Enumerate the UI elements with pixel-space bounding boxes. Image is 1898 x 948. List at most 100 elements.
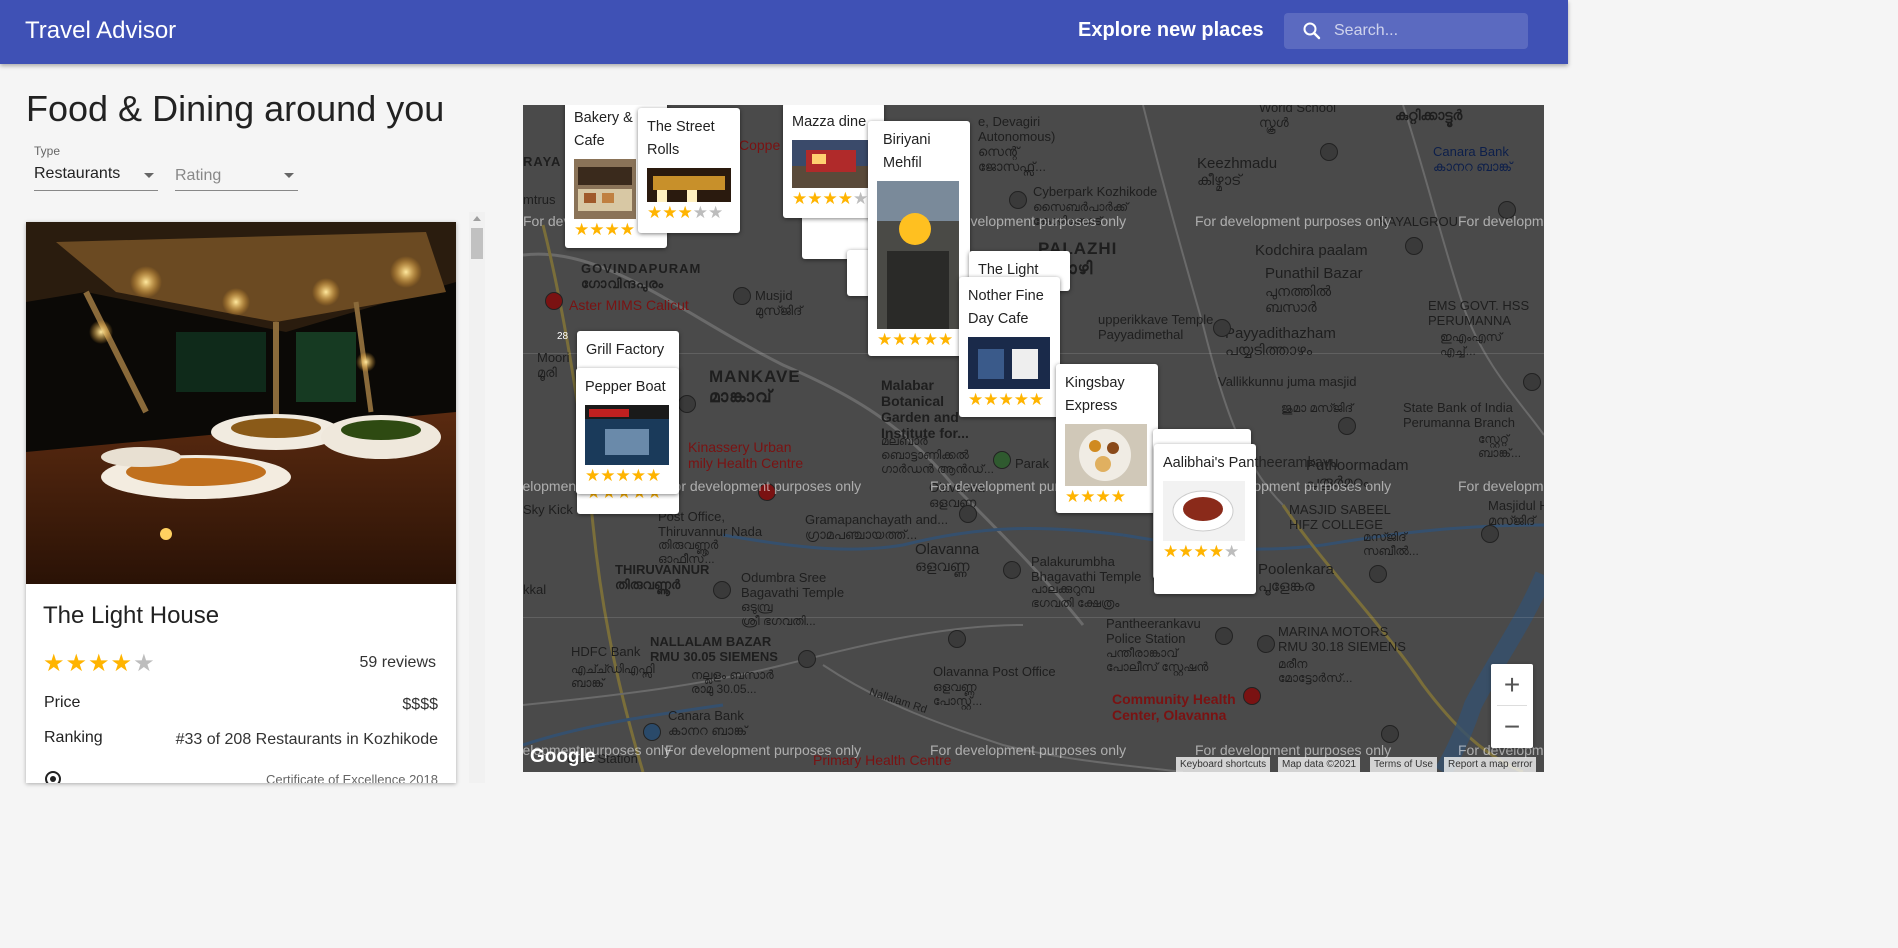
map-label: RAYA (523, 154, 562, 169)
map-label: Coppe (739, 137, 781, 153)
map-label: Gramapanchayath and... ഗ്രാമപഞ്ചായത്ത്... (805, 512, 949, 542)
app-bar: Travel Advisor Explore new places (0, 0, 1568, 64)
map-label: Community Health Center, Olavanna (1112, 691, 1236, 724)
type-value: Restaurants (34, 165, 121, 182)
list-scrollbar[interactable] (469, 212, 485, 783)
star-icon: ★★★★ (1065, 487, 1126, 506)
bakery-photo (574, 159, 636, 219)
marker-name: Nother Fine Day Cafe (968, 288, 1044, 327)
poi-icon[interactable] (1320, 143, 1338, 161)
search-icon (1303, 22, 1321, 40)
poi-icon[interactable] (1009, 191, 1027, 209)
map-label: Cyberpark Kozhikode (1033, 184, 1158, 199)
map-label: State Bank of India Perumanna Branch (1403, 400, 1516, 430)
report-error-link[interactable]: Report a map error (1444, 757, 1537, 772)
map-data-text: Map data ©2021 (1278, 757, 1361, 772)
hospital-icon[interactable] (1243, 687, 1261, 705)
poi-icon[interactable] (1405, 237, 1423, 255)
poi-icon[interactable] (713, 581, 731, 599)
map-marker[interactable]: Nother Fine Day Cafe ★★★★★ (959, 277, 1060, 417)
map-label: kkal (523, 582, 547, 597)
map-label: പുനത്തിൽ ബസാർ (1265, 283, 1332, 316)
park-icon[interactable] (993, 451, 1011, 469)
marker-stars: ★★★★★ (877, 331, 961, 349)
rating-select[interactable]: Rating (175, 163, 298, 191)
hospital-icon[interactable] (545, 292, 563, 310)
search-input[interactable] (1334, 13, 1524, 49)
poi-icon[interactable] (643, 723, 661, 741)
marker-name: Mazza dine (792, 114, 867, 130)
star-icon: ★★★★★ (585, 466, 662, 485)
poi-icon[interactable] (678, 395, 696, 413)
map-marker[interactable]: Pepper Boat ★★★★★ (576, 368, 679, 494)
map-label: Malabar Botanical Garden and Institute f… (881, 377, 969, 442)
keyboard-shortcuts-link[interactable]: Keyboard shortcuts (1176, 757, 1271, 772)
poi-icon[interactable] (1213, 319, 1231, 337)
map-label: upperikkave Temple, Payyadimethal (1098, 312, 1217, 342)
map-marker[interactable]: Kingsbay Express ★★★★ (1056, 364, 1158, 513)
map-label: Canara Bank കാനറ ബാങ്ക് (668, 708, 748, 738)
poi-icon[interactable] (733, 287, 751, 305)
map-label: NALLALAM BAZAR RMU 30.05 SIEMENS (650, 634, 778, 664)
map-marker[interactable]: Aalibhai's Pantheeramkavu ★★★★★ (1154, 444, 1338, 594)
app-title: Travel Advisor (25, 17, 177, 44)
place-card: The Light House ★★★★★ 59 reviews Price $… (26, 222, 456, 783)
map-label: Vallikkunnu juma masjid (1218, 374, 1357, 389)
type-select[interactable]: Restaurants (34, 163, 158, 191)
map-label: e, Devagiri Autonomous) സെന്റ് ജോസഫ്സ്..… (978, 114, 1056, 174)
scroll-up-arrow-icon[interactable] (473, 216, 481, 221)
poi-icon[interactable] (1481, 525, 1499, 543)
poi-icon[interactable] (1369, 565, 1387, 583)
star-icon: ★★★★ (574, 220, 635, 239)
map-label: Moori മൂരി (537, 350, 570, 380)
marker-stars: ★★★★★ (968, 391, 1051, 409)
zoom-in-button[interactable]: + (1491, 664, 1533, 706)
place-name: The Light House (43, 602, 220, 629)
poi-icon[interactable] (1257, 635, 1275, 653)
map-marker[interactable]: The Street Rolls ★★★★★ (638, 108, 740, 233)
map-label: സ്റ്റേറ്റ് ബാങ്ക്... (1478, 432, 1522, 460)
marker-name: Kingsbay Express (1065, 375, 1125, 414)
poi-icon[interactable] (1338, 417, 1356, 435)
biriyani-photo (877, 181, 959, 329)
watermark: For development purposes only (930, 742, 1127, 758)
aalibhai-photo (1163, 481, 1245, 541)
watermark: For development purposes only (1458, 478, 1544, 494)
poi-icon[interactable] (1003, 561, 1021, 579)
search-box[interactable] (1284, 13, 1528, 49)
poi-icon[interactable] (948, 630, 966, 648)
rating-placeholder: Rating (175, 167, 222, 184)
map-label: മലബാർ ബൊട്ടാണിക്കൽ ഗാർഡൻ ആൻഡ്... (881, 434, 994, 476)
map-label: Pantheerankavu Police Station (1106, 616, 1201, 646)
map-label: Palakurumbha Bhagavathi Temple (1031, 554, 1142, 584)
map-label: EMS GOVT. HSS PERUMANNA (1428, 298, 1530, 328)
star-empty-icon: ★ (1223, 542, 1240, 561)
star-icon: ★★★★ (43, 650, 134, 677)
poi-icon[interactable] (1523, 373, 1541, 391)
map-label: ജുമാ മസ്ജിദ് (1281, 401, 1354, 415)
map-label: Parak (1015, 456, 1049, 471)
rating-stars: ★★★★★ (43, 649, 156, 678)
star-icon: ★★★ (647, 203, 693, 222)
poi-icon[interactable] (959, 505, 977, 523)
watermark: For development purposes only (1195, 742, 1392, 758)
map-label: Canara Bank കാനറ ബാങ്ക് (1433, 144, 1513, 174)
zoom-control: + − (1491, 664, 1533, 748)
poi-icon[interactable] (1215, 627, 1233, 645)
pepper-boat-photo (585, 405, 669, 465)
poi-icon[interactable] (798, 650, 816, 668)
map-marker[interactable]: Biriyani Mehfil ★★★★★ (868, 121, 970, 356)
poi-icon[interactable] (1381, 725, 1399, 743)
scroll-thumb[interactable] (471, 228, 483, 259)
map-label: mtrus (523, 192, 556, 207)
marker-name: Grill Factory (586, 342, 665, 358)
terms-link[interactable]: Terms of Use (1370, 757, 1437, 772)
award-icon (45, 771, 61, 783)
street-rolls-photo (647, 168, 731, 202)
marker-stars: ★★★★ (1065, 488, 1149, 506)
chevron-down-icon (284, 173, 294, 178)
map-label: Olavanna ഒളവണ്ണ (915, 541, 980, 576)
map[interactable]: GOVINDAPURAM ഗോവിന്ദപുരം Aster MIMS Calic… (523, 105, 1544, 772)
zoom-out-button[interactable]: − (1491, 706, 1533, 748)
review-count: 59 reviews (359, 654, 436, 671)
